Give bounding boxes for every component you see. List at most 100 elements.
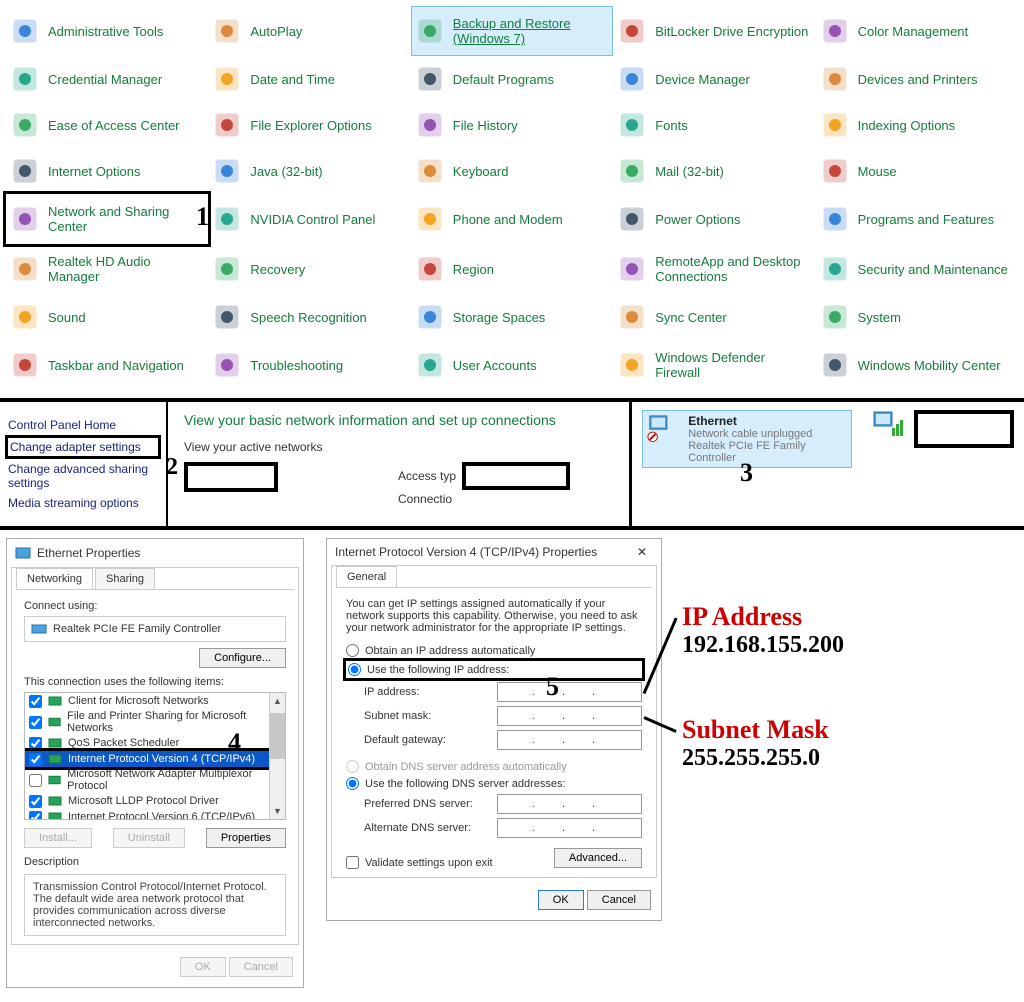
radio-use-following-dns[interactable] bbox=[346, 777, 359, 790]
cp-item-label[interactable]: BitLocker Drive Encryption bbox=[655, 24, 808, 39]
preferred-dns-input[interactable]: . . . bbox=[497, 794, 642, 814]
cp-item-label[interactable]: Realtek HD Audio Manager bbox=[48, 254, 202, 284]
properties-button[interactable]: Properties bbox=[206, 828, 286, 848]
cp-item-label[interactable]: System bbox=[858, 310, 901, 325]
cp-item-default-programs[interactable]: Default Programs bbox=[411, 56, 613, 102]
cp-item-label[interactable]: AutoPlay bbox=[250, 24, 302, 39]
cp-item-nvidia-control-panel[interactable]: NVIDIA Control Panel bbox=[208, 194, 410, 244]
cp-item-mouse[interactable]: Mouse bbox=[816, 148, 1018, 194]
tab-networking[interactable]: Networking bbox=[16, 568, 93, 589]
cp-item-label[interactable]: Security and Maintenance bbox=[858, 262, 1008, 277]
net-item[interactable]: Internet Protocol Version 6 (TCP/IPv6) bbox=[25, 809, 285, 820]
cp-item-devices-and-printers[interactable]: Devices and Printers bbox=[816, 56, 1018, 102]
net-item-checkbox[interactable] bbox=[29, 753, 42, 766]
tab-sharing[interactable]: Sharing bbox=[95, 568, 155, 589]
radio-use-following-ip[interactable] bbox=[348, 663, 361, 676]
net-item-checkbox[interactable] bbox=[29, 795, 42, 808]
eth-cancel-button[interactable]: Cancel bbox=[229, 957, 293, 977]
install-button[interactable]: Install... bbox=[24, 828, 92, 848]
cp-item-ease-of-access-center[interactable]: Ease of Access Center bbox=[6, 102, 208, 148]
cp-item-file-explorer-options[interactable]: File Explorer Options bbox=[208, 102, 410, 148]
scrollbar-thumb[interactable] bbox=[270, 713, 285, 759]
net-item-checkbox[interactable] bbox=[29, 774, 42, 787]
cp-item-label[interactable]: Administrative Tools bbox=[48, 24, 163, 39]
cp-item-fonts[interactable]: Fonts bbox=[613, 102, 815, 148]
cp-item-label[interactable]: Device Manager bbox=[655, 72, 750, 87]
cp-item-label[interactable]: Backup and Restore (Windows 7) bbox=[453, 16, 607, 46]
cp-item-label[interactable]: Troubleshooting bbox=[250, 358, 343, 373]
cp-item-label[interactable]: Programs and Features bbox=[858, 212, 995, 227]
scrollbar-up[interactable]: ▲ bbox=[270, 693, 285, 709]
cp-item-file-history[interactable]: File History bbox=[411, 102, 613, 148]
cp-item-label[interactable]: User Accounts bbox=[453, 358, 537, 373]
cp-item-recovery[interactable]: Recovery bbox=[208, 244, 410, 294]
cp-item-label[interactable]: Storage Spaces bbox=[453, 310, 546, 325]
cp-item-label[interactable]: Keyboard bbox=[453, 164, 509, 179]
alternate-dns-input[interactable]: . . . bbox=[497, 818, 642, 838]
cp-item-keyboard[interactable]: Keyboard bbox=[411, 148, 613, 194]
subnet-mask-input[interactable]: . . . bbox=[497, 706, 642, 726]
cp-item-label[interactable]: Devices and Printers bbox=[858, 72, 978, 87]
tab-general[interactable]: General bbox=[336, 566, 397, 587]
cp-item-sync-center[interactable]: Sync Center bbox=[613, 294, 815, 340]
media-streaming-link[interactable]: Media streaming options bbox=[8, 496, 158, 510]
net-item-checkbox[interactable] bbox=[29, 695, 42, 708]
cp-item-security-and-maintenance[interactable]: Security and Maintenance bbox=[816, 244, 1018, 294]
cp-item-label[interactable]: Sound bbox=[48, 310, 86, 325]
cp-item-color-management[interactable]: Color Management bbox=[816, 6, 1018, 56]
close-icon[interactable]: ✕ bbox=[631, 545, 653, 559]
net-item[interactable]: Client for Microsoft Networks bbox=[25, 693, 285, 709]
cp-item-administrative-tools[interactable]: Administrative Tools bbox=[6, 6, 208, 56]
cp-item-label[interactable]: Power Options bbox=[655, 212, 740, 227]
network-items-list[interactable]: Client for Microsoft NetworksFile and Pr… bbox=[24, 692, 286, 820]
configure-button[interactable]: Configure... bbox=[199, 648, 286, 668]
cp-item-label[interactable]: Mail (32-bit) bbox=[655, 164, 724, 179]
cp-item-user-accounts[interactable]: User Accounts bbox=[411, 340, 613, 390]
net-item[interactable]: QoS Packet Scheduler bbox=[25, 735, 285, 751]
cp-item-label[interactable]: NVIDIA Control Panel bbox=[250, 212, 375, 227]
cp-item-label[interactable]: Indexing Options bbox=[858, 118, 956, 133]
cp-item-label[interactable]: Date and Time bbox=[250, 72, 335, 87]
net-item[interactable]: Microsoft LLDP Protocol Driver bbox=[25, 793, 285, 809]
cp-item-label[interactable]: Default Programs bbox=[453, 72, 554, 87]
cp-item-taskbar-and-navigation[interactable]: Taskbar and Navigation bbox=[6, 340, 208, 390]
cp-item-troubleshooting[interactable]: Troubleshooting bbox=[208, 340, 410, 390]
cp-item-label[interactable]: Windows Mobility Center bbox=[858, 358, 1001, 373]
cp-item-windows-mobility-center[interactable]: Windows Mobility Center bbox=[816, 340, 1018, 390]
cp-item-remoteapp-and-desktop-connections[interactable]: RemoteApp and Desktop Connections bbox=[613, 244, 815, 294]
cp-item-label[interactable]: RemoteApp and Desktop Connections bbox=[655, 254, 809, 284]
net-item[interactable]: File and Printer Sharing for Microsoft N… bbox=[25, 709, 285, 735]
change-adapter-settings-link[interactable]: Change adapter settings bbox=[8, 438, 158, 456]
cp-item-system[interactable]: System bbox=[816, 294, 1018, 340]
cp-item-indexing-options[interactable]: Indexing Options bbox=[816, 102, 1018, 148]
cp-item-label[interactable]: Color Management bbox=[858, 24, 969, 39]
radio-obtain-ip-auto[interactable] bbox=[346, 644, 359, 657]
uninstall-button[interactable]: Uninstall bbox=[113, 828, 185, 848]
net-item-checkbox[interactable] bbox=[29, 811, 42, 821]
cp-item-network-and-sharing-center[interactable]: Network and Sharing Center1 bbox=[6, 194, 208, 244]
adapter-wifi[interactable] bbox=[870, 410, 1014, 468]
cp-item-internet-options[interactable]: Internet Options bbox=[6, 148, 208, 194]
cp-item-backup-and-restore-windows-7[interactable]: Backup and Restore (Windows 7) bbox=[411, 6, 613, 56]
cp-item-mail-32-bit[interactable]: Mail (32-bit) bbox=[613, 148, 815, 194]
cp-item-windows-defender-firewall[interactable]: Windows Defender Firewall bbox=[613, 340, 815, 390]
radio-obtain-dns-auto[interactable] bbox=[346, 760, 359, 773]
net-item[interactable]: Microsoft Network Adapter Multiplexor Pr… bbox=[25, 767, 285, 793]
cp-item-label[interactable]: Fonts bbox=[655, 118, 688, 133]
cp-item-java-32-bit[interactable]: Java (32-bit) bbox=[208, 148, 410, 194]
cp-item-speech-recognition[interactable]: Speech Recognition bbox=[208, 294, 410, 340]
cp-item-power-options[interactable]: Power Options bbox=[613, 194, 815, 244]
cp-item-bitlocker-drive-encryption[interactable]: BitLocker Drive Encryption bbox=[613, 6, 815, 56]
cp-item-date-and-time[interactable]: Date and Time bbox=[208, 56, 410, 102]
cp-item-label[interactable]: Region bbox=[453, 262, 494, 277]
net-item[interactable]: Internet Protocol Version 4 (TCP/IPv4) bbox=[25, 751, 285, 767]
cp-item-label[interactable]: Credential Manager bbox=[48, 72, 162, 87]
advan-button[interactable]: Advanced... bbox=[554, 848, 642, 868]
ip-address-input[interactable]: . . . bbox=[497, 682, 642, 702]
validate-checkbox[interactable] bbox=[346, 856, 359, 869]
cp-item-label[interactable]: File History bbox=[453, 118, 518, 133]
eth-ok-button[interactable]: OK bbox=[180, 957, 226, 977]
scrollbar-down[interactable]: ▼ bbox=[270, 803, 285, 819]
cp-item-label[interactable]: Mouse bbox=[858, 164, 897, 179]
cp-item-label[interactable]: File Explorer Options bbox=[250, 118, 371, 133]
